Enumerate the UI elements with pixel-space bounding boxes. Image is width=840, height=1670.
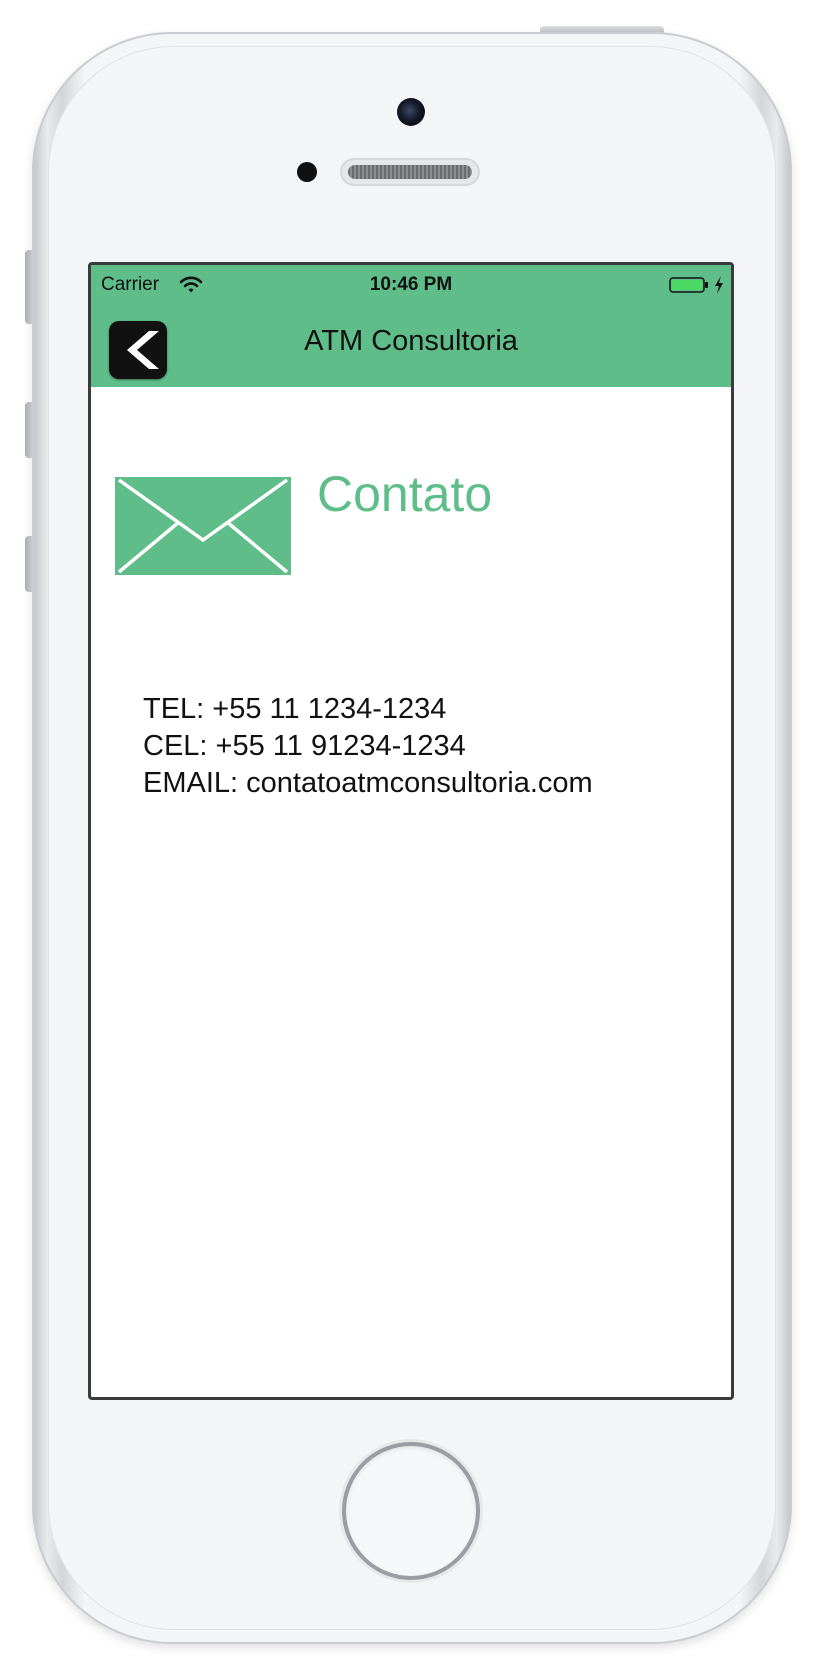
status-bar: Carrier 10:46 PM (91, 265, 731, 305)
page-title: Contato (317, 466, 493, 522)
navigation-bar: ATM Consultoria (91, 305, 731, 387)
battery-icon (669, 277, 708, 293)
nav-title: ATM Consultoria (304, 325, 518, 357)
proximity-sensor (297, 162, 317, 182)
earpiece-speaker (340, 158, 480, 186)
phone-number: TEL: +55 11 1234-1234 (143, 693, 447, 725)
front-camera (397, 98, 425, 126)
charging-bolt-icon (715, 276, 723, 294)
contact-list: TEL: +55 11 1234-1234 CEL: +55 11 91234-… (143, 691, 593, 802)
app-screen: Carrier 10:46 PM ATM Consultoria Contato… (88, 262, 734, 1400)
home-button[interactable] (342, 1442, 480, 1580)
mobile-number: CEL: +55 11 91234-1234 (143, 730, 466, 762)
email-address: EMAIL: contatoatmconsultoria.com (143, 767, 593, 799)
header-area: Carrier 10:46 PM ATM Consultoria (91, 265, 731, 387)
envelope-icon (115, 477, 291, 575)
status-time: 10:46 PM (369, 274, 453, 295)
